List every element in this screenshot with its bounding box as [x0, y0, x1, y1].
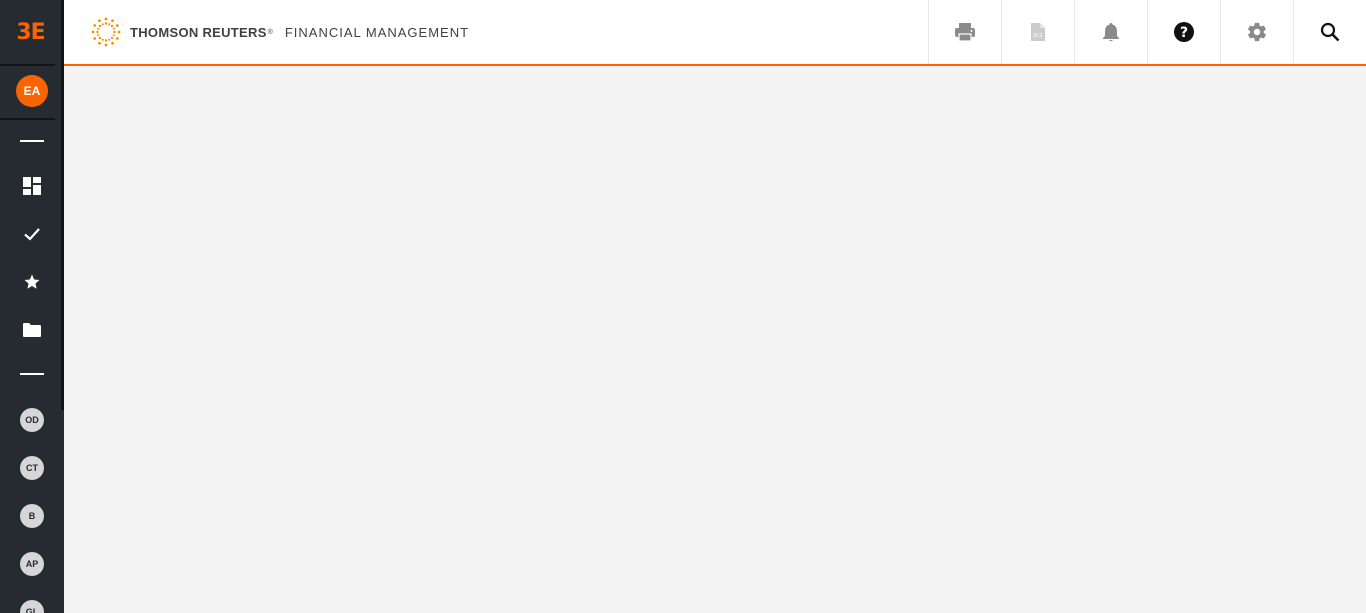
- search-button[interactable]: [1293, 0, 1366, 64]
- workspace-badge-gl[interactable]: GL: [20, 600, 44, 613]
- folder-icon[interactable]: [20, 318, 44, 342]
- workspace-badge-ct[interactable]: CT: [20, 456, 44, 480]
- workspace-badge-od[interactable]: OD: [20, 408, 44, 432]
- settings-gear-icon: [1248, 22, 1266, 42]
- main-content-area: [64, 66, 1366, 613]
- menu-toggle-icon[interactable]: [20, 140, 44, 142]
- notification-bell-icon: [1103, 23, 1119, 42]
- svg-text:?: ?: [1180, 25, 1188, 41]
- print-icon: [955, 23, 975, 42]
- excel-export-icon: XLS: [1031, 23, 1045, 41]
- company-logo: THOMSON REUTERS ® FINANCIAL MANAGEMENT: [90, 16, 469, 48]
- workspace-badge-b[interactable]: B: [20, 504, 44, 528]
- help-icon: ?: [1174, 22, 1194, 42]
- sidebar-divider: [0, 118, 55, 120]
- thomson-reuters-logo-icon: [91, 17, 121, 47]
- header-toolbar: XLS ?: [928, 0, 1366, 64]
- dashboard-icon[interactable]: [20, 174, 44, 198]
- workspace-badge-ap[interactable]: AP: [20, 552, 44, 576]
- tasks-check-icon[interactable]: [20, 222, 44, 246]
- search-icon: [1320, 22, 1340, 42]
- export-excel-button[interactable]: XLS: [1001, 0, 1074, 64]
- user-avatar[interactable]: EA: [16, 75, 48, 107]
- favorites-star-icon[interactable]: [20, 270, 44, 294]
- settings-button[interactable]: [1220, 0, 1293, 64]
- sidebar-divider: [0, 64, 55, 66]
- app-logo-3e[interactable]: 3E: [0, 0, 61, 64]
- print-button[interactable]: [928, 0, 1001, 64]
- registered-mark: ®: [267, 28, 273, 36]
- product-name: FINANCIAL MANAGEMENT: [284, 24, 470, 40]
- top-header: THOMSON REUTERS ® FINANCIAL MANAGEMENT X…: [64, 0, 1366, 66]
- company-name: THOMSON REUTERS: [130, 24, 267, 40]
- help-button[interactable]: ?: [1147, 0, 1220, 64]
- notifications-button[interactable]: [1074, 0, 1147, 64]
- sidebar: 3E EA OD CT B AP GL: [0, 0, 64, 613]
- svg-text:XLS: XLS: [1033, 33, 1042, 39]
- sidebar-section-divider: [20, 373, 44, 375]
